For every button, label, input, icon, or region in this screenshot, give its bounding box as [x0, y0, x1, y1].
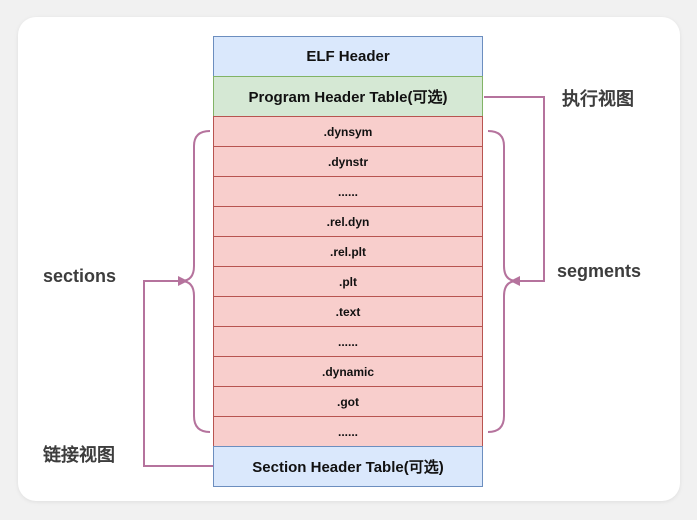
sections-arrowhead — [178, 276, 188, 286]
segments-arrowhead — [510, 276, 520, 286]
execution-view-connector — [484, 96, 545, 282]
execution-view-label: 执行视图 — [562, 89, 634, 109]
segments-label: segments — [557, 261, 642, 281]
linking-view-label: 链接视图 — [43, 445, 115, 465]
sections-label: sections — [43, 266, 117, 286]
linking-view-connector — [143, 280, 213, 467]
